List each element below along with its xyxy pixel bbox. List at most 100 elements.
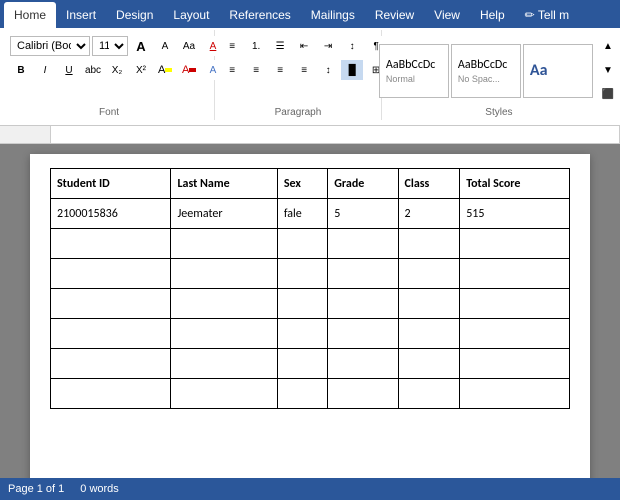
cell-r3-c2[interactable] [277, 289, 327, 319]
cell-r4-c0[interactable] [51, 319, 171, 349]
styles-group-label: Styles [485, 105, 512, 118]
tab-view[interactable]: View [424, 2, 470, 28]
table-row [51, 259, 570, 289]
underline-button[interactable]: U [58, 60, 80, 80]
styles-scroll-up[interactable]: ▲ [597, 37, 619, 57]
cell-r0-c4[interactable]: 2 [398, 199, 460, 229]
status-bar: Page 1 of 1 0 words [0, 478, 620, 500]
shading-button[interactable]: █ [341, 60, 363, 80]
cell-r3-c1[interactable] [171, 289, 277, 319]
font-grow-button[interactable]: A [130, 36, 152, 56]
col-grade: Grade [328, 169, 398, 199]
tab-help[interactable]: Help [470, 2, 515, 28]
font-shrink-button[interactable]: A [154, 36, 176, 56]
styles-expand[interactable]: ⬛ [597, 85, 619, 105]
cell-r2-c5[interactable] [460, 259, 570, 289]
tab-references[interactable]: References [219, 2, 300, 28]
table-header-row: Student ID Last Name Sex Grade Class Tot… [51, 169, 570, 199]
styles-scroll-down[interactable]: ▼ [597, 61, 619, 81]
cell-r2-c0[interactable] [51, 259, 171, 289]
cell-r1-c3[interactable] [328, 229, 398, 259]
cell-r6-c0[interactable] [51, 379, 171, 409]
font-color-button[interactable]: A [178, 60, 200, 80]
cell-r1-c1[interactable] [171, 229, 277, 259]
cell-r3-c5[interactable] [460, 289, 570, 319]
ribbon-tabs: Home Insert Design Layout References Mai… [0, 0, 620, 28]
bullets-button[interactable]: ≡ [221, 36, 243, 56]
tab-insert[interactable]: Insert [56, 2, 106, 28]
cell-r5-c2[interactable] [277, 349, 327, 379]
cell-r1-c0[interactable] [51, 229, 171, 259]
cell-r5-c5[interactable] [460, 349, 570, 379]
cell-r0-c0[interactable]: 2100015836 [51, 199, 171, 229]
change-case-button[interactable]: Aa [178, 36, 200, 56]
tab-tell-me[interactable]: ✏ Tell m [515, 2, 580, 28]
sort-button[interactable]: ↕ [341, 36, 363, 56]
numbering-button[interactable]: 1. [245, 36, 267, 56]
strikethrough-button[interactable]: abc [82, 60, 104, 80]
table-row: 2100015836Jeematerfale52515 [51, 199, 570, 229]
cell-r6-c1[interactable] [171, 379, 277, 409]
style-no-spacing[interactable]: AaBbCcDc No Spac... [451, 44, 521, 98]
cell-r3-c0[interactable] [51, 289, 171, 319]
table-row [51, 229, 570, 259]
tab-design[interactable]: Design [106, 2, 163, 28]
style-normal[interactable]: AaBbCcDc Normal [379, 44, 449, 98]
cell-r4-c2[interactable] [277, 319, 327, 349]
paragraph-group: ≡ 1. ☰ ⇤ ⇥ ↕ ¶ ≡ ≡ ≡ ≡ ↕ █ ⊞ Paragraph [215, 30, 382, 120]
align-left-button[interactable]: ≡ [221, 60, 243, 80]
align-center-button[interactable]: ≡ [245, 60, 267, 80]
style-normal-label: Normal [386, 74, 415, 84]
font-name-select[interactable]: Calibri (Body) [10, 36, 90, 56]
cell-r5-c4[interactable] [398, 349, 460, 379]
cell-r3-c4[interactable] [398, 289, 460, 319]
cell-r5-c1[interactable] [171, 349, 277, 379]
highlight-button[interactable]: A [154, 60, 176, 80]
cell-r5-c0[interactable] [51, 349, 171, 379]
superscript-button[interactable]: X² [130, 60, 152, 80]
cell-r6-c5[interactable] [460, 379, 570, 409]
cell-r1-c5[interactable] [460, 229, 570, 259]
tab-review[interactable]: Review [365, 2, 424, 28]
cell-r6-c2[interactable] [277, 379, 327, 409]
cell-r1-c2[interactable] [277, 229, 327, 259]
cell-r6-c3[interactable] [328, 379, 398, 409]
cell-r5-c3[interactable] [328, 349, 398, 379]
cell-r4-c3[interactable] [328, 319, 398, 349]
cell-r0-c5[interactable]: 515 [460, 199, 570, 229]
cell-r0-c2[interactable]: fale [277, 199, 327, 229]
document-page[interactable]: Student ID Last Name Sex Grade Class Tot… [30, 154, 590, 478]
table-row [51, 289, 570, 319]
bold-button[interactable]: B [10, 60, 32, 80]
align-right-button[interactable]: ≡ [269, 60, 291, 80]
ribbon: Calibri (Body) 11 A A Aa A B I U abc X₂ … [0, 28, 620, 126]
line-spacing-button[interactable]: ↕ [317, 60, 339, 80]
cell-r1-c4[interactable] [398, 229, 460, 259]
cell-r2-c4[interactable] [398, 259, 460, 289]
tab-mailings[interactable]: Mailings [301, 2, 365, 28]
subscript-button[interactable]: X₂ [106, 60, 128, 80]
col-student-id: Student ID [51, 169, 171, 199]
cell-r4-c1[interactable] [171, 319, 277, 349]
cell-r0-c3[interactable]: 5 [328, 199, 398, 229]
multilevel-list-button[interactable]: ☰ [269, 36, 291, 56]
paragraph-group-label: Paragraph [275, 105, 322, 118]
col-class: Class [398, 169, 460, 199]
italic-button[interactable]: I [34, 60, 56, 80]
cell-r6-c4[interactable] [398, 379, 460, 409]
cell-r2-c1[interactable] [171, 259, 277, 289]
style-no-spacing-preview: AaBbCcDc [458, 58, 507, 72]
tab-home[interactable]: Home [4, 2, 56, 28]
cell-r4-c5[interactable] [460, 319, 570, 349]
cell-r4-c4[interactable] [398, 319, 460, 349]
decrease-indent-button[interactable]: ⇤ [293, 36, 315, 56]
tab-layout[interactable]: Layout [163, 2, 219, 28]
style-heading[interactable]: Aa [523, 44, 593, 98]
cell-r3-c3[interactable] [328, 289, 398, 319]
justify-button[interactable]: ≡ [293, 60, 315, 80]
cell-r0-c1[interactable]: Jeemater [171, 199, 277, 229]
increase-indent-button[interactable]: ⇥ [317, 36, 339, 56]
cell-r2-c3[interactable] [328, 259, 398, 289]
cell-r2-c2[interactable] [277, 259, 327, 289]
font-size-select[interactable]: 11 [92, 36, 128, 56]
